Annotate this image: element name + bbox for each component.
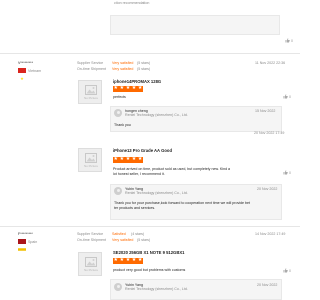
avatar xyxy=(114,283,122,291)
reviewer-country: Vietnam xyxy=(28,68,42,73)
review-comment: product very good but problems with cust… xyxy=(113,268,186,272)
reply-text: Thank you xyxy=(114,123,131,127)
shipment-label: On-time Shipment xyxy=(77,238,106,242)
reply-date: 15 Nov 2022 xyxy=(255,108,276,113)
like-button[interactable]: 0 xyxy=(285,38,293,43)
avatar xyxy=(114,187,122,195)
like-count: 0 xyxy=(289,94,291,99)
thumbs-up-icon xyxy=(285,38,290,43)
star-icon xyxy=(131,86,137,92)
divider xyxy=(0,226,300,227)
supplier-service-value: Very satisfied xyxy=(112,61,134,65)
like-button[interactable]: 0 xyxy=(283,170,291,175)
image-placeholder-icon xyxy=(85,257,97,267)
flag-vietnam-icon xyxy=(18,68,26,80)
image-placeholder-icon xyxy=(85,153,97,163)
product-thumbnail[interactable]: No Picture xyxy=(78,148,102,172)
thumbs-up-icon xyxy=(283,94,288,99)
star-icon xyxy=(131,157,137,163)
reply-company: Renlei Technology (shenzhen) Co., Ltd. xyxy=(125,113,188,117)
review-comment: ction recommendation xyxy=(114,1,150,5)
like-button[interactable]: 0 xyxy=(283,268,291,273)
thumbnail-placeholder-text: No Picture xyxy=(83,268,98,272)
product-thumbnail[interactable]: No Picture xyxy=(78,252,102,276)
reviewer-name: V********* xyxy=(18,61,33,65)
star-icon xyxy=(137,86,143,92)
review-comment-line-2: lot honest seller, I recommend it. xyxy=(113,172,165,176)
star-rating xyxy=(113,86,143,92)
shipment-stars: (5 stars) xyxy=(137,67,151,71)
supplier-service-value: Satisfied xyxy=(112,232,126,236)
star-icon xyxy=(113,258,119,264)
product-title[interactable]: iphone14PROMAX 128G xyxy=(113,79,161,84)
review-date: 11 Nov 2022 22:36 xyxy=(255,61,286,65)
shipment-label: On-time Shipment xyxy=(77,67,106,71)
thumbnail-placeholder-text: No Picture xyxy=(83,96,98,100)
star-icon xyxy=(125,258,131,264)
reply-date: 20 Nov 2022 xyxy=(257,282,278,287)
thumbnail-placeholder-text: No Picture xyxy=(83,164,98,168)
product-title[interactable]: iPhone13 Pro Grade AA Good xyxy=(113,148,172,153)
star-icon xyxy=(125,157,131,163)
reviewer-country: Spain xyxy=(28,239,38,244)
image-placeholder-icon xyxy=(85,85,97,95)
shipment-value: Very satisfied xyxy=(112,238,134,242)
review-comment: perfects xyxy=(113,95,126,99)
supplier-service-stars: (4 stars) xyxy=(131,232,145,236)
avatar xyxy=(114,109,122,117)
shipment-stars: (5 stars) xyxy=(137,238,151,242)
star-icon xyxy=(125,86,131,92)
product-title[interactable]: SE2020 256GB X1 NOTE 9 512GBX1 xyxy=(113,250,184,255)
reply-text-line-1: Thank you for your purchase,look forward… xyxy=(114,201,251,205)
like-count: 0 xyxy=(289,268,291,273)
supplier-service-stars: (5 stars) xyxy=(137,61,151,65)
reply-company: Renlei Technology (shenzhen) Co., Ltd. xyxy=(125,287,188,291)
review-comment-line-1: Product arrived on time, product sold as… xyxy=(113,167,231,171)
star-icon xyxy=(119,86,125,92)
star-icon xyxy=(113,157,119,163)
flag-spain-icon xyxy=(18,239,26,251)
star-icon xyxy=(137,258,143,264)
star-rating xyxy=(113,157,143,163)
shipment-value: Very satisfied xyxy=(112,67,134,71)
thumbs-up-icon xyxy=(283,268,288,273)
supplier-service-label: Supplier Service xyxy=(77,61,104,65)
reply-box xyxy=(110,15,280,35)
product-thumbnail[interactable]: No Picture xyxy=(78,80,102,104)
star-icon xyxy=(119,157,125,163)
star-icon xyxy=(131,258,137,264)
review-date: 14 Nov 2022 17:49 xyxy=(255,232,286,236)
star-rating xyxy=(113,258,143,264)
reply-company: Renlei Technology (shenzhen) Co., Ltd. xyxy=(125,191,188,195)
divider xyxy=(0,53,300,54)
like-count: 0 xyxy=(289,170,291,175)
star-icon xyxy=(113,86,119,92)
like-count: 0 xyxy=(291,38,293,43)
reviewer-name: F********* xyxy=(18,232,33,236)
reply-text-line-2: ter products and services. xyxy=(114,206,156,210)
star-icon xyxy=(137,157,143,163)
review-date: 20 Nov 2022 17:49 xyxy=(254,131,285,135)
like-button[interactable]: 0 xyxy=(283,94,291,99)
thumbs-up-icon xyxy=(283,170,288,175)
supplier-service-label: Supplier Service xyxy=(77,232,104,236)
star-icon xyxy=(119,258,125,264)
reply-date: 20 Nov 2022 xyxy=(257,186,278,191)
